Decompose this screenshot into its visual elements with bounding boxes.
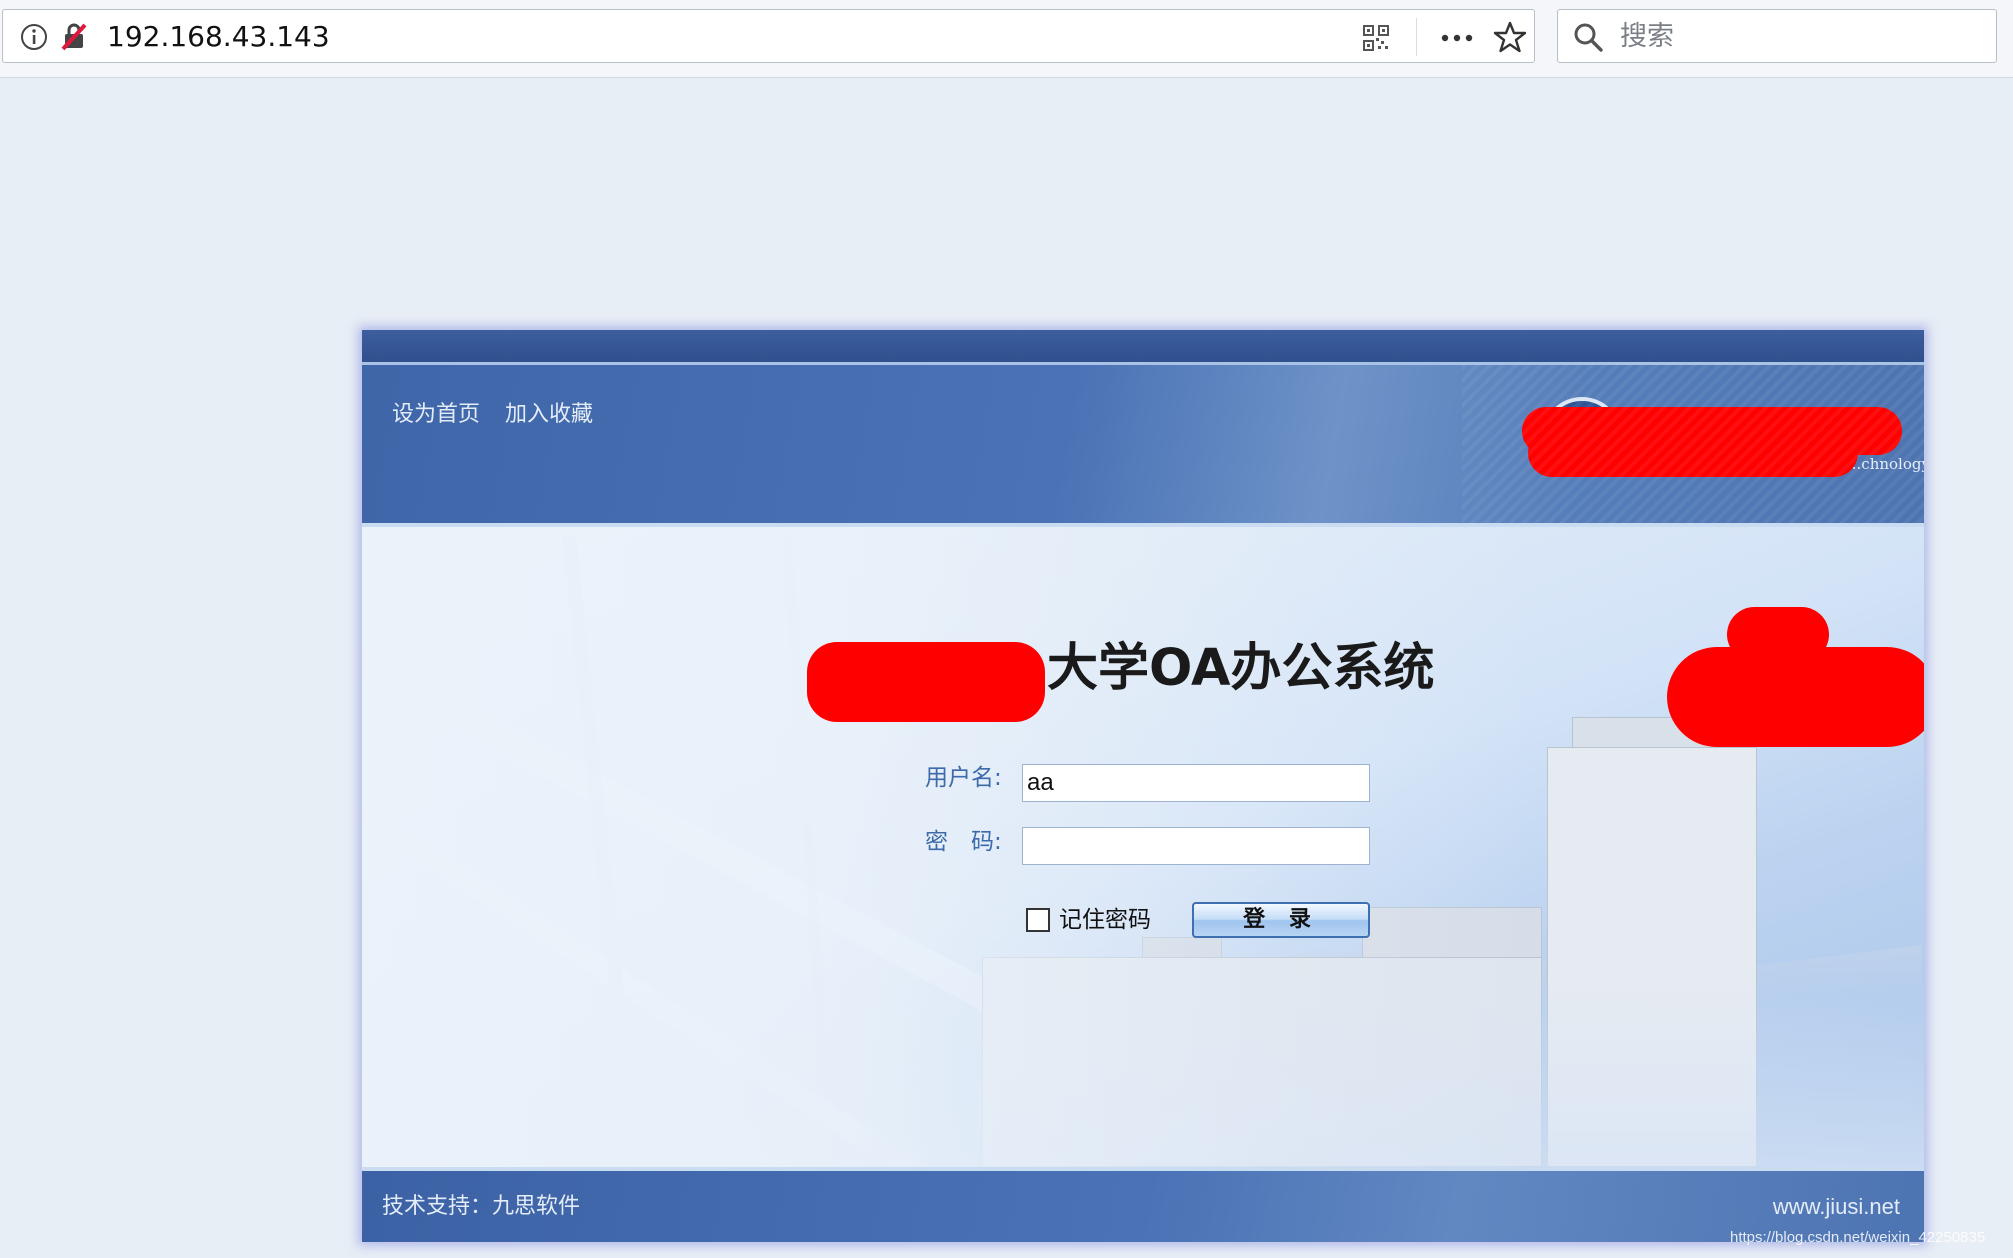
redaction-mark xyxy=(1667,647,1924,747)
browser-toolbar: 192.168.43.143 搜索 xyxy=(0,0,2013,78)
university-logo: ...chnology xyxy=(1502,393,1924,493)
password-input[interactable] xyxy=(1022,827,1370,865)
search-placeholder: 搜索 xyxy=(1620,21,1674,52)
qr-code-icon[interactable] xyxy=(1361,23,1391,53)
redaction-mark xyxy=(1522,407,1902,455)
login-main-area: 大学OA办公系统 用户名: 密 码: 记住密码 登 录 xyxy=(362,527,1924,1167)
remember-password-checkbox[interactable] xyxy=(1026,908,1050,932)
redaction-mark xyxy=(807,642,1045,722)
search-bar[interactable]: 搜索 xyxy=(1557,9,1997,63)
username-label: 用户名: xyxy=(925,765,1002,791)
toolbar-separator xyxy=(1416,18,1417,56)
url-text[interactable]: 192.168.43.143 xyxy=(107,19,330,55)
redaction-mark xyxy=(1727,607,1829,662)
tech-support-text: 技术支持：九思软件 xyxy=(382,1194,581,1219)
blog-watermark: https://blog.csdn.net/weixin_42250835 xyxy=(1730,1229,1986,1246)
address-bar[interactable]: 192.168.43.143 xyxy=(2,9,1535,63)
search-icon xyxy=(1574,23,1603,52)
footer: 技术支持：九思软件 www.jiusi.net xyxy=(362,1167,1924,1242)
info-icon[interactable] xyxy=(20,23,48,51)
system-title: 大学OA办公系统 xyxy=(1047,639,1435,698)
login-button[interactable]: 登 录 xyxy=(1192,902,1370,938)
remember-password-label[interactable]: 记住密码 xyxy=(1059,905,1151,935)
more-actions-icon[interactable] xyxy=(1437,23,1477,53)
insecure-connection-icon[interactable] xyxy=(59,21,89,51)
username-input[interactable] xyxy=(1022,764,1370,802)
bookmark-star-icon[interactable] xyxy=(1493,20,1527,54)
password-label: 密 码: xyxy=(925,829,1002,855)
vendor-site-link[interactable]: www.jiusi.net xyxy=(1773,1192,1900,1222)
login-frame: 设为首页 加入收藏 ...chnology 大学OA办公系统 用户名: 密 码:… xyxy=(362,330,1924,1242)
logo-emblem xyxy=(1542,397,1622,477)
add-favorite-link[interactable]: 加入收藏 xyxy=(505,400,593,430)
set-homepage-link[interactable]: 设为首页 xyxy=(392,400,480,430)
top-strip xyxy=(362,330,1924,365)
header-banner: 设为首页 加入收藏 ...chnology xyxy=(362,365,1924,527)
redaction-mark xyxy=(1528,429,1858,477)
logo-text: ...chnology xyxy=(1847,455,1924,473)
